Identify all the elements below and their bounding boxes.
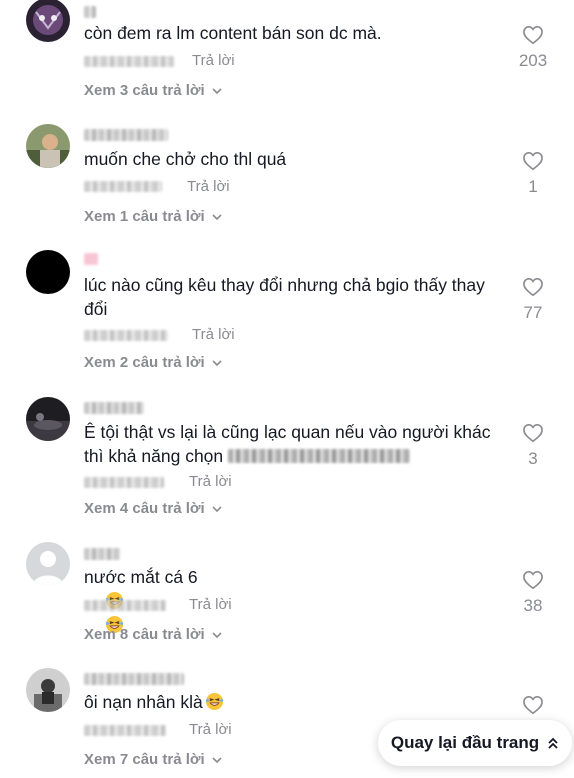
comment-date-redacted <box>84 330 168 341</box>
comment-text: muốn che chở cho thl quá <box>84 149 287 169</box>
username-redacted[interactable] <box>84 548 120 560</box>
username-redacted[interactable] <box>84 6 96 18</box>
like-count: 3 <box>528 449 538 468</box>
like-count: 38 <box>523 596 543 615</box>
view-replies-label: Xem 3 câu trả lời <box>84 82 205 99</box>
username-redacted[interactable] <box>84 129 168 141</box>
chevron-down-icon <box>212 359 222 366</box>
view-replies-label: Xem 2 câu trả lời <box>84 354 205 371</box>
heart-outline-icon <box>523 423 543 443</box>
back-to-top-button[interactable]: Quay lại đầu trang <box>378 720 572 766</box>
view-replies-label: Xem 8 câu trả lời <box>84 626 205 643</box>
reply-button[interactable]: Trả lời <box>189 721 232 738</box>
chevron-down-icon <box>212 631 222 638</box>
comment-text-content: ôi nạn nhân klà <box>84 692 203 712</box>
like-button[interactable]: 1 <box>503 151 563 197</box>
like-button[interactable]: 203 <box>503 25 563 71</box>
avatar[interactable] <box>26 124 70 168</box>
view-replies-label: Xem 1 câu trả lời <box>84 208 205 225</box>
avatar[interactable] <box>26 250 70 294</box>
avatar[interactable] <box>26 542 70 586</box>
reply-button[interactable]: Trả lời <box>189 596 232 613</box>
redacted-text <box>228 449 411 463</box>
view-replies-label: Xem 4 câu trả lời <box>84 500 205 517</box>
back-to-top-label: Quay lại đầu trang <box>390 733 540 752</box>
like-button[interactable]: 3 <box>503 423 563 469</box>
heart-outline-icon <box>523 25 543 45</box>
view-replies-button[interactable]: Xem 7 câu trả lời <box>84 751 223 768</box>
username-redacted[interactable] <box>84 673 184 685</box>
view-replies-button[interactable]: Xem 1 câu trả lời <box>84 208 223 225</box>
comment-date-redacted <box>84 181 162 192</box>
heart-outline-icon <box>523 277 543 297</box>
double-chevron-up-icon <box>548 737 558 749</box>
like-count: 203 <box>518 51 548 70</box>
comment-text-content: nước mắt cá 6 <box>84 567 198 587</box>
reply-button[interactable]: Trả lời <box>192 52 235 69</box>
like-button[interactable]: 77 <box>503 277 563 323</box>
avatar[interactable] <box>26 668 70 712</box>
like-count: 77 <box>523 303 543 322</box>
reply-button[interactable]: Trả lời <box>189 473 232 490</box>
view-replies-button[interactable]: Xem 8 câu trả lời <box>84 626 223 643</box>
comment-text: ôi nạn nhân klà <box>84 690 504 714</box>
view-replies-button[interactable]: Xem 4 câu trả lời <box>84 500 223 517</box>
chevron-down-icon <box>212 756 222 763</box>
username-redacted[interactable] <box>84 402 144 414</box>
view-replies-button[interactable]: Xem 3 câu trả lời <box>84 82 223 99</box>
reply-button[interactable]: Trả lời <box>192 326 235 343</box>
username-redacted[interactable] <box>84 253 98 265</box>
comment-text: còn đem ra lm content bán son dc mà. <box>84 23 382 43</box>
grinning-squinting-emoji-icon <box>205 692 223 711</box>
comment-date-redacted <box>84 477 164 488</box>
comment-date-redacted <box>84 56 174 67</box>
view-replies-label: Xem 7 câu trả lời <box>84 751 205 768</box>
like-button[interactable]: 38 <box>503 570 563 616</box>
reply-button[interactable]: Trả lời <box>187 178 230 195</box>
view-replies-button[interactable]: Xem 2 câu trả lời <box>84 354 223 371</box>
chevron-down-icon <box>212 505 222 512</box>
comment-text: nước mắt cá 6 <box>84 565 504 661</box>
chevron-down-icon <box>212 213 222 220</box>
like-count: 1 <box>528 177 538 196</box>
comment-date-redacted <box>84 725 166 736</box>
avatar[interactable] <box>26 397 70 441</box>
heart-outline-icon <box>523 695 543 715</box>
avatar[interactable] <box>26 0 70 42</box>
heart-outline-icon <box>523 570 543 590</box>
heart-outline-icon <box>523 151 543 171</box>
comment-date-redacted <box>84 600 166 611</box>
comment-text: lúc nào cũng kêu thay đổi nhưng chả bgio… <box>84 275 485 319</box>
like-button[interactable] <box>503 695 563 715</box>
comment-text: Ê tội thật vs lại là cũng lạc quan nếu v… <box>84 420 504 468</box>
chevron-down-icon <box>212 87 222 94</box>
